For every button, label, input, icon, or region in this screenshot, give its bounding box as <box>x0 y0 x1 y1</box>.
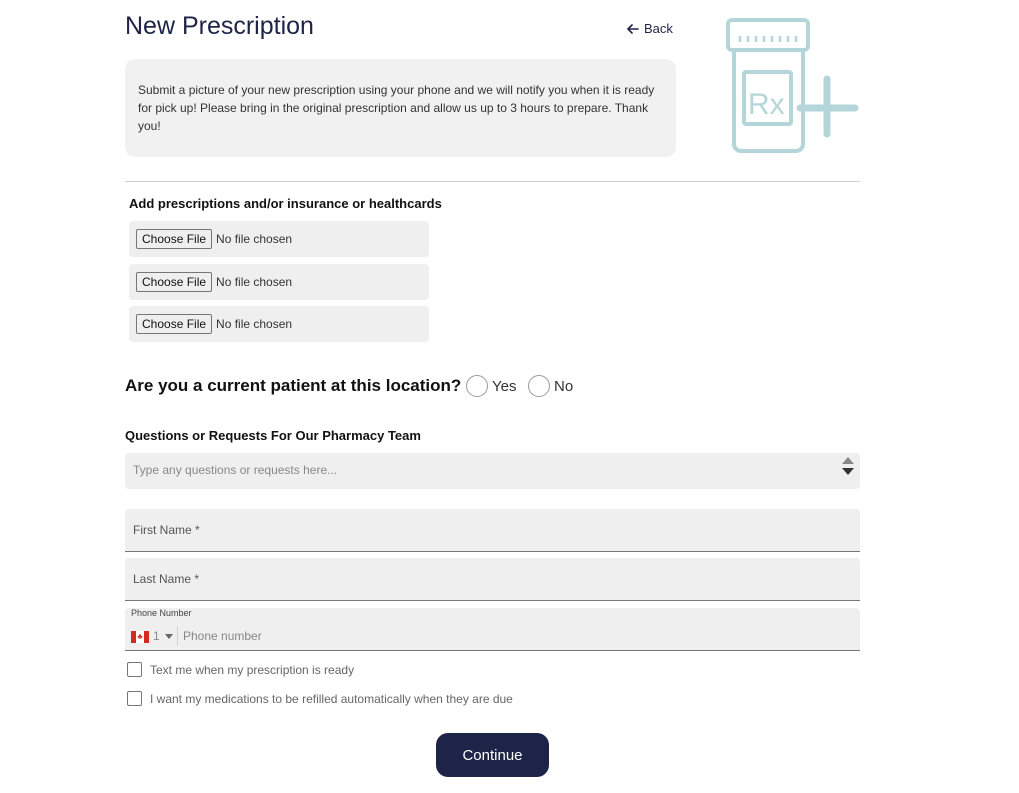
text-me-label: Text me when my prescription is ready <box>150 662 355 677</box>
patient-no-radio[interactable]: No <box>528 375 573 397</box>
questions-label: Questions or Requests For Our Pharmacy T… <box>125 428 421 443</box>
questions-placeholder: Type any questions or requests here... <box>133 463 338 477</box>
rx-bottle-plus-icon: Rx <box>726 18 859 153</box>
auto-refill-label: I want my medications to be refilled aut… <box>150 691 513 706</box>
radio-circle[interactable] <box>466 375 488 397</box>
phone-input[interactable]: Phone number <box>183 629 262 643</box>
text-me-checkbox[interactable] <box>127 662 142 677</box>
rx-label: Rx <box>748 88 785 121</box>
file-upload-3[interactable]: Choose File No file chosen <box>129 306 429 342</box>
phone-field[interactable]: Phone Number ♣ 1 Phone number <box>125 608 860 651</box>
auto-refill-checkbox[interactable] <box>127 691 142 706</box>
info-text: Submit a picture of your new prescriptio… <box>138 83 655 133</box>
file-status: No file chosen <box>216 232 293 246</box>
first-name-field[interactable]: First Name * <box>125 509 860 552</box>
text-me-option[interactable]: Text me when my prescription is ready <box>127 662 354 677</box>
last-name-field[interactable]: Last Name * <box>125 558 860 601</box>
last-name-placeholder: Last Name * <box>133 572 200 586</box>
chevron-down-icon <box>164 633 173 639</box>
patient-yes-radio[interactable]: Yes <box>466 375 516 397</box>
continue-button[interactable]: Continue <box>436 733 549 777</box>
choose-file-button[interactable]: Choose File <box>136 229 213 249</box>
info-message: Submit a picture of your new prescriptio… <box>125 59 676 157</box>
canada-flag-icon[interactable]: ♣ <box>131 631 149 643</box>
scroll-down-icon[interactable] <box>842 468 854 475</box>
yes-label: Yes <box>492 377 517 395</box>
country-code-select[interactable]: 1 <box>153 629 173 643</box>
file-upload-1[interactable]: Choose File No file chosen <box>129 221 429 257</box>
no-label: No <box>554 377 574 395</box>
questions-textarea[interactable]: Type any questions or requests here... <box>125 453 860 489</box>
file-status: No file chosen <box>216 275 293 289</box>
phone-separator <box>177 626 178 646</box>
country-code: 1 <box>153 629 160 643</box>
file-upload-2[interactable]: Choose File No file chosen <box>129 264 429 300</box>
choose-file-button[interactable]: Choose File <box>136 272 213 292</box>
phone-label: Phone Number <box>131 608 192 618</box>
arrow-left-icon <box>627 23 639 34</box>
section-divider <box>125 181 860 182</box>
upload-heading: Add prescriptions and/or insurance or he… <box>129 196 442 211</box>
back-link[interactable]: Back <box>626 21 673 36</box>
first-name-placeholder: First Name * <box>133 523 200 537</box>
page-title: New Prescription <box>125 12 314 40</box>
file-status: No file chosen <box>216 317 293 331</box>
patient-question: Are you a current patient at this locati… <box>125 376 462 395</box>
scroll-up-icon[interactable] <box>842 457 854 464</box>
radio-circle[interactable] <box>528 375 550 397</box>
auto-refill-option[interactable]: I want my medications to be refilled aut… <box>127 691 513 706</box>
choose-file-button[interactable]: Choose File <box>136 314 213 334</box>
back-label: Back <box>644 21 673 36</box>
textarea-scrollbar[interactable] <box>842 457 854 475</box>
